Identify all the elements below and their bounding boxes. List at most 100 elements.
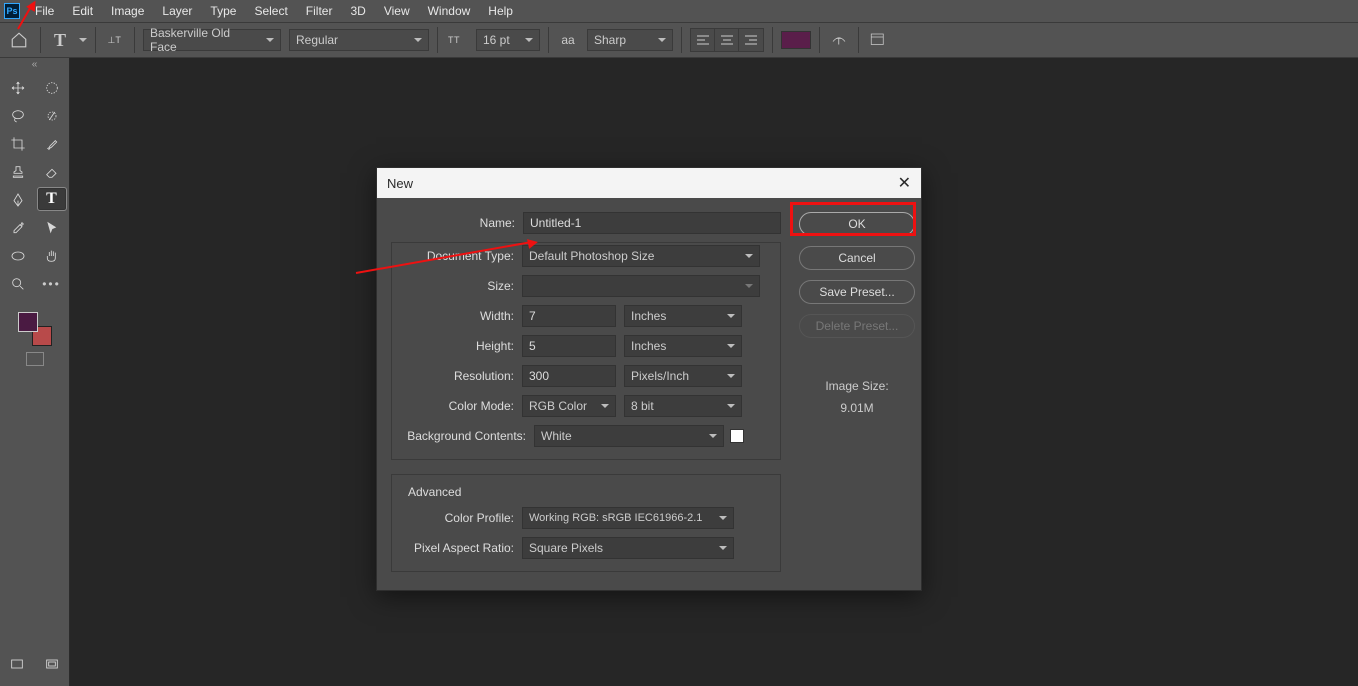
- eraser-tool[interactable]: [38, 160, 66, 184]
- antialias-value: Sharp: [594, 33, 626, 47]
- menu-layer[interactable]: Layer: [153, 0, 201, 22]
- menu-edit[interactable]: Edit: [63, 0, 102, 22]
- menu-window[interactable]: Window: [419, 0, 480, 22]
- height-unit-select[interactable]: Inches: [624, 335, 742, 357]
- quick-mask-toggle[interactable]: [0, 352, 69, 366]
- doctype-label: Document Type:: [402, 249, 522, 263]
- separator: [95, 27, 96, 53]
- home-icon[interactable]: [6, 27, 32, 53]
- font-style-value: Regular: [296, 33, 338, 47]
- height-input[interactable]: [522, 335, 616, 357]
- move-tool[interactable]: [4, 76, 32, 100]
- path-select-tool[interactable]: [38, 216, 66, 240]
- menu-view[interactable]: View: [375, 0, 419, 22]
- brush-tool[interactable]: [38, 132, 66, 156]
- bg-color-swatch[interactable]: [730, 429, 744, 443]
- stamp-tool[interactable]: [4, 160, 32, 184]
- save-preset-button[interactable]: Save Preset...: [799, 280, 915, 304]
- image-size-label: Image Size:: [825, 376, 888, 398]
- text-orientation-icon[interactable]: ⊥T: [104, 29, 126, 51]
- collapse-panels-icon[interactable]: «: [0, 58, 69, 70]
- screen-mode-toggle[interactable]: [38, 652, 66, 676]
- resolution-unit-select[interactable]: Pixels/Inch: [624, 365, 742, 387]
- menu-type[interactable]: Type: [201, 0, 245, 22]
- type-tool-icon[interactable]: T: [49, 29, 71, 51]
- separator: [548, 27, 549, 53]
- screen-mode-standard[interactable]: [3, 652, 31, 676]
- color-depth-select[interactable]: 8 bit: [624, 395, 742, 417]
- quick-select-tool[interactable]: [38, 104, 66, 128]
- lasso-tool[interactable]: [4, 104, 32, 128]
- character-panel-icon[interactable]: [867, 29, 889, 51]
- svg-text:T: T: [454, 35, 460, 45]
- font-size-select[interactable]: 16 pt: [476, 29, 540, 51]
- font-family-value: Baskerville Old Face: [150, 26, 260, 54]
- marquee-tool[interactable]: [38, 76, 66, 100]
- cancel-button[interactable]: Cancel: [799, 246, 915, 270]
- align-center-button[interactable]: [715, 29, 739, 51]
- doctype-select[interactable]: Default Photoshop Size: [522, 245, 760, 267]
- shape-tool[interactable]: [4, 244, 32, 268]
- menu-file[interactable]: File: [26, 0, 63, 22]
- pen-tool[interactable]: [4, 188, 32, 212]
- bg-contents-select[interactable]: White: [534, 425, 724, 447]
- type-tool[interactable]: T: [38, 188, 66, 210]
- font-size-icon: TT: [446, 29, 468, 51]
- separator: [437, 27, 438, 53]
- foreground-background-colors[interactable]: [18, 312, 52, 346]
- doctype-value: Default Photoshop Size: [529, 249, 654, 263]
- foreground-color-swatch[interactable]: [18, 312, 38, 332]
- width-unit-value: Inches: [631, 309, 666, 323]
- antialias-icon: aa: [557, 29, 579, 51]
- align-right-button[interactable]: [739, 29, 763, 51]
- tools-panel: « T •••: [0, 58, 70, 686]
- pixel-aspect-select[interactable]: Square Pixels: [522, 537, 734, 559]
- font-style-select[interactable]: Regular: [289, 29, 429, 51]
- svg-text:⊥T: ⊥T: [108, 35, 122, 45]
- menu-image[interactable]: Image: [102, 0, 153, 22]
- eyedropper-tool[interactable]: [4, 216, 32, 240]
- color-depth-value: 8 bit: [631, 399, 654, 413]
- separator: [134, 27, 135, 53]
- color-mode-select[interactable]: RGB Color: [522, 395, 616, 417]
- type-presets-caret-icon[interactable]: [79, 38, 87, 42]
- align-left-button[interactable]: [691, 29, 715, 51]
- zoom-tool[interactable]: [4, 272, 32, 296]
- menu-3d[interactable]: 3D: [341, 0, 374, 22]
- text-align-group: [690, 28, 764, 52]
- menu-help[interactable]: Help: [479, 0, 522, 22]
- color-profile-value: Working RGB: sRGB IEC61966-2.1: [529, 512, 702, 524]
- bg-contents-value: White: [541, 429, 572, 443]
- size-label: Size:: [402, 279, 522, 293]
- antialias-select[interactable]: Sharp: [587, 29, 673, 51]
- menu-select[interactable]: Select: [245, 0, 296, 22]
- svg-text:T: T: [836, 37, 842, 47]
- separator: [40, 27, 41, 53]
- width-unit-select[interactable]: Inches: [624, 305, 742, 327]
- text-color-swatch[interactable]: [781, 31, 811, 49]
- color-mode-label: Color Mode:: [402, 399, 522, 413]
- more-tools[interactable]: •••: [38, 272, 66, 296]
- hand-tool[interactable]: [38, 244, 66, 268]
- delete-preset-button: Delete Preset...: [799, 314, 915, 338]
- height-unit-value: Inches: [631, 339, 666, 353]
- image-size-readout: Image Size: 9.01M: [825, 376, 888, 419]
- size-select: [522, 275, 760, 297]
- width-label: Width:: [402, 309, 522, 323]
- resolution-input[interactable]: [522, 365, 616, 387]
- ok-button[interactable]: OK: [799, 212, 915, 236]
- font-family-select[interactable]: Baskerville Old Face: [143, 29, 281, 51]
- bg-contents-label: Background Contents:: [402, 429, 534, 443]
- app-logo-icon: Ps: [4, 3, 20, 19]
- resolution-label: Resolution:: [402, 369, 522, 383]
- pixel-aspect-value: Square Pixels: [529, 541, 603, 555]
- crop-tool[interactable]: [4, 132, 32, 156]
- color-profile-label: Color Profile:: [402, 511, 522, 525]
- width-input[interactable]: [522, 305, 616, 327]
- options-bar: T ⊥T Baskerville Old Face Regular TT 16 …: [0, 22, 1358, 58]
- name-input[interactable]: [523, 212, 781, 234]
- warp-text-icon[interactable]: T: [828, 29, 850, 51]
- color-profile-select[interactable]: Working RGB: sRGB IEC61966-2.1: [522, 507, 734, 529]
- menu-filter[interactable]: Filter: [297, 0, 342, 22]
- close-icon[interactable]: ✕: [898, 173, 911, 193]
